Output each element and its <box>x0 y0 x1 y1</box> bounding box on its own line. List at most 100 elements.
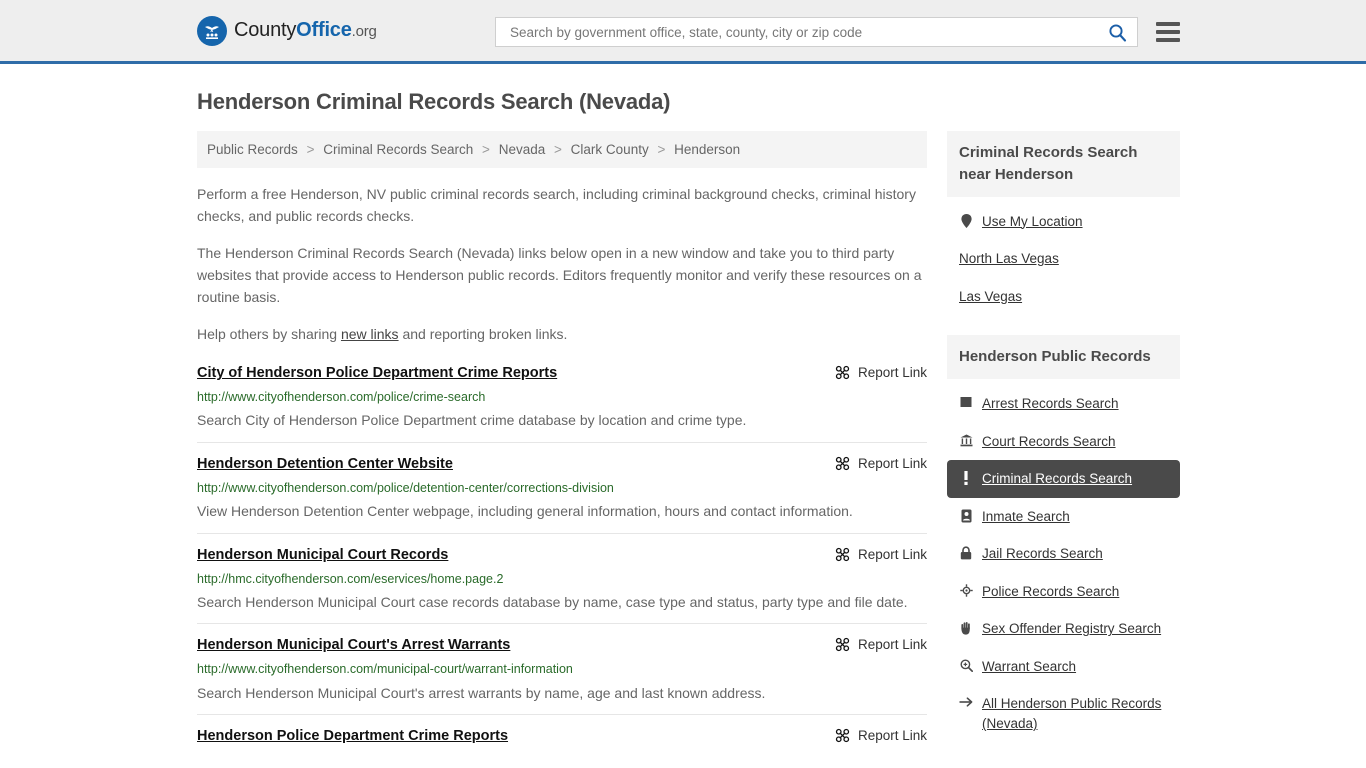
breadcrumb-separator: > <box>306 142 315 157</box>
sidebar-item-label[interactable]: Sex Offender Registry Search <box>982 619 1161 639</box>
sidebar-item-label[interactable]: Inmate Search <box>982 507 1070 527</box>
logo-tld: .org <box>351 23 377 40</box>
sidebar-item-police-records-search[interactable]: Police Records Search <box>947 573 1180 611</box>
breadcrumb-item-public-records[interactable]: Public Records <box>207 142 298 157</box>
panel-list: Use My Location North Las Vegas Las Vega… <box>947 197 1180 316</box>
result-item: Henderson Police Department Crime Report… <box>197 714 927 756</box>
result-title-link[interactable]: Henderson Municipal Court's Arrest Warra… <box>197 636 510 655</box>
hamburger-bar <box>1156 22 1180 26</box>
result-title-link[interactable]: Henderson Police Department Crime Report… <box>197 727 508 746</box>
result-title-link[interactable]: Henderson Municipal Court Records <box>197 546 448 565</box>
report-link-label: Report Link <box>857 455 927 471</box>
report-link-label: Report Link <box>857 637 927 653</box>
result-title-link[interactable]: City of Henderson Police Department Crim… <box>197 364 557 383</box>
report-link-label: Report Link <box>857 546 927 562</box>
new-links-link[interactable]: new links <box>341 326 399 342</box>
sidebar-item-las-vegas[interactable]: Las Vegas <box>947 278 1180 316</box>
result-description: Search Henderson Municipal Court's arres… <box>197 684 766 701</box>
search-input[interactable] <box>508 23 1106 41</box>
panel-title: Criminal Records Search near Henderson <box>947 131 1180 197</box>
sidebar-item-arrest-records-search[interactable]: Arrest Records Search <box>947 385 1180 423</box>
header-search-area <box>495 17 1182 47</box>
intro-paragraph-1: Perform a free Henderson, NV public crim… <box>197 186 916 224</box>
share-text-after: and reporting broken links. <box>398 326 568 343</box>
eagle-emblem-icon <box>197 15 227 46</box>
result-description: Search Henderson Municipal Court case re… <box>197 593 908 610</box>
report-link-button[interactable]: Report Link <box>835 364 927 380</box>
breadcrumb-item-criminal-records-search[interactable]: Criminal Records Search <box>323 142 473 157</box>
broken-link-icon <box>835 456 850 471</box>
hand-icon <box>959 621 973 635</box>
search-button[interactable] <box>1106 23 1129 42</box>
result-header: Henderson Municipal Court's Arrest Warra… <box>197 636 927 655</box>
result-description: View Henderson Detention Center webpage,… <box>197 503 853 519</box>
sidebar-item-label[interactable]: Arrest Records Search <box>982 394 1119 414</box>
sidebar-item-label[interactable]: Use My Location <box>982 212 1083 232</box>
page-title: Henderson Criminal Records Search (Nevad… <box>197 89 671 114</box>
arrow-right-icon <box>959 696 973 708</box>
sidebar-item-label[interactable]: Criminal Records Search <box>982 469 1132 489</box>
result-header: Henderson Police Department Crime Report… <box>197 727 927 746</box>
sidebar-item-court-records-search[interactable]: Court Records Search <box>947 423 1180 461</box>
report-link-button[interactable]: Report Link <box>835 546 927 562</box>
site-logo[interactable]: CountyOffice.org <box>197 15 377 46</box>
result-url: http://www.cityofhenderson.com/municipal… <box>197 662 573 677</box>
sidebar-item-label[interactable]: Court Records Search <box>982 432 1116 452</box>
report-link-label: Report Link <box>857 728 927 744</box>
result-item: Henderson Municipal Court Records Report… <box>197 532 927 624</box>
breadcrumb-separator: > <box>554 142 562 157</box>
broken-link-icon <box>835 547 850 562</box>
sidebar-item-use-my-location[interactable]: Use My Location <box>947 203 1180 241</box>
logo-prefix: County <box>234 19 297 41</box>
sidebar-item-label[interactable]: Warrant Search <box>982 657 1076 677</box>
sidebar-item-all-public-records[interactable]: All Henderson Public Records (Nevada) <box>947 685 1180 742</box>
sidebar-item-label[interactable]: All Henderson Public Records (Nevada) <box>982 694 1168 733</box>
result-title-link[interactable]: Henderson Detention Center Website <box>197 455 453 474</box>
panel-criminal-records-near: Criminal Records Search near Henderson U… <box>947 131 1180 315</box>
report-link-button[interactable]: Report Link <box>835 455 927 471</box>
sidebar-item-label[interactable]: Police Records Search <box>982 582 1119 602</box>
result-item: Henderson Detention Center Website Repor… <box>197 441 927 533</box>
logo-bold: Office <box>296 19 352 41</box>
sidebar-item-inmate-search[interactable]: Inmate Search <box>947 498 1180 536</box>
sidebar-item-jail-records-search[interactable]: Jail Records Search <box>947 535 1180 573</box>
search-box[interactable] <box>495 17 1138 47</box>
breadcrumb-item-clark-county[interactable]: Clark County <box>571 142 649 157</box>
square-icon <box>959 396 973 408</box>
logo-text: CountyOffice.org <box>234 19 377 42</box>
id-badge-icon <box>959 509 973 523</box>
sidebar-item-criminal-records-search[interactable]: Criminal Records Search <box>947 460 1180 498</box>
sidebar: Criminal Records Search near Henderson U… <box>947 131 1180 763</box>
result-header: City of Henderson Police Department Crim… <box>197 364 927 383</box>
page-container: Henderson Criminal Records Search (Nevad… <box>0 89 1366 763</box>
result-url: http://hmc.cityofhenderson.com/eservices… <box>197 571 504 586</box>
result-header: Henderson Detention Center Website Repor… <box>197 455 927 474</box>
sidebar-item-north-las-vegas[interactable]: North Las Vegas <box>947 240 1180 278</box>
police-badge-icon <box>959 584 973 597</box>
courthouse-icon <box>959 434 973 447</box>
sidebar-item-label[interactable]: Jail Records Search <box>982 544 1103 564</box>
broken-link-icon <box>835 365 850 380</box>
intro-text: Perform a free Henderson, NV public crim… <box>197 184 927 346</box>
result-header: Henderson Municipal Court Records Report… <box>197 546 927 565</box>
breadcrumb-separator: > <box>657 142 666 157</box>
main-column: Public Records > Criminal Records Search… <box>197 131 927 763</box>
sidebar-item-label[interactable]: Las Vegas <box>959 287 1022 307</box>
breadcrumb-separator: > <box>482 142 490 157</box>
panel-title: Henderson Public Records <box>947 335 1180 379</box>
site-header: CountyOffice.org <box>0 0 1366 64</box>
breadcrumb-item-nevada[interactable]: Nevada <box>499 142 546 157</box>
report-link-button[interactable]: Report Link <box>835 727 927 743</box>
results-list: City of Henderson Police Department Crim… <box>197 362 927 756</box>
map-pin-icon <box>959 213 973 228</box>
sidebar-item-label[interactable]: North Las Vegas <box>959 249 1059 269</box>
sidebar-item-warrant-search[interactable]: Warrant Search <box>947 648 1180 686</box>
breadcrumb-item-henderson[interactable]: Henderson <box>674 142 740 157</box>
sidebar-item-sex-offender-registry-search[interactable]: Sex Offender Registry Search <box>947 610 1180 648</box>
hamburger-menu-icon[interactable] <box>1154 20 1182 44</box>
report-link-button[interactable]: Report Link <box>835 636 927 652</box>
result-url: http://www.cityofhenderson.com/police/de… <box>197 480 614 495</box>
content-row: Public Records > Criminal Records Search… <box>197 131 1180 763</box>
broken-link-icon <box>835 728 850 743</box>
result-item: Henderson Municipal Court's Arrest Warra… <box>197 623 927 714</box>
